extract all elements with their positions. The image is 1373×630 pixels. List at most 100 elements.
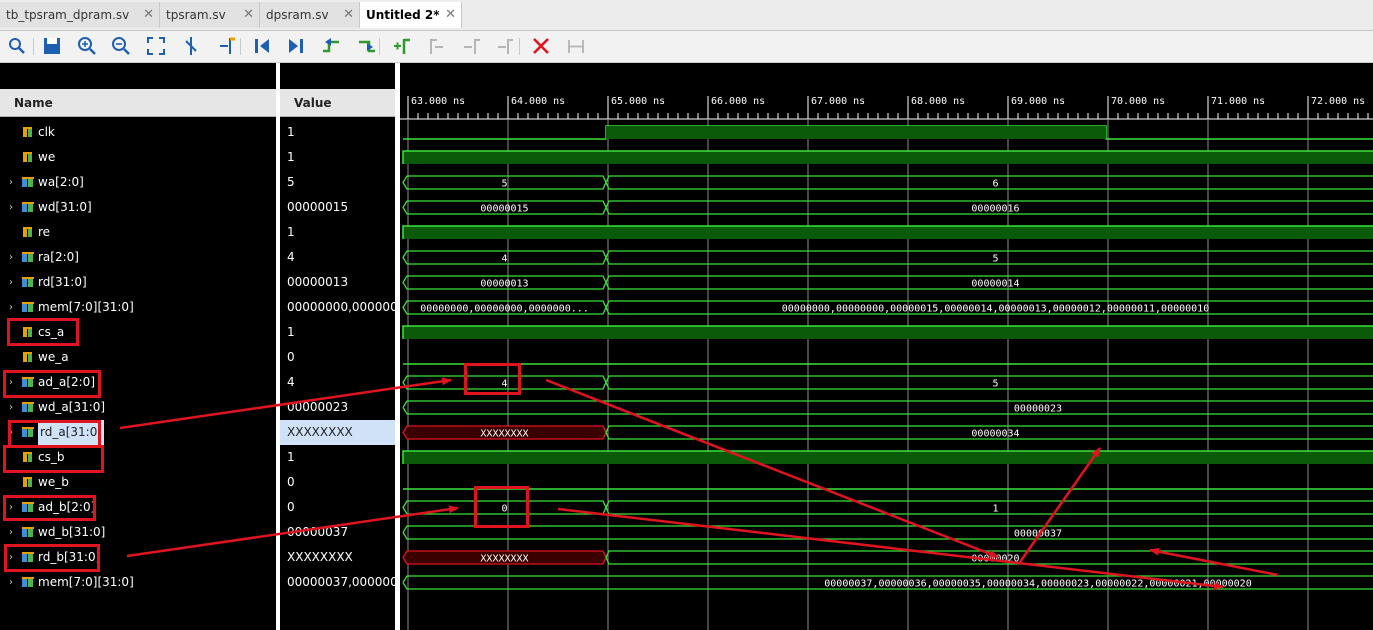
goto-cursor-icon[interactable] (216, 35, 238, 57)
close-icon[interactable]: ✕ (445, 2, 456, 28)
floating-ruler-icon[interactable] (565, 35, 587, 57)
annotation-highlight-box (3, 495, 96, 521)
name-column-header[interactable]: Name (0, 89, 276, 117)
signal-value-row[interactable]: 4 (280, 370, 395, 395)
signal-value-row[interactable]: 00000023 (280, 395, 395, 420)
zoom-fit-icon[interactable] (145, 35, 167, 57)
signal-row[interactable]: › ra[2:0] (0, 245, 276, 270)
signal-icon (23, 352, 32, 362)
signal-row[interactable]: › wd_a[31:0] (0, 395, 276, 420)
goto-cursor-icon-glyph (220, 37, 235, 54)
signal-value-row[interactable]: 0 (280, 345, 395, 370)
waveform-trace[interactable]: XXXXXXXX 00000034 (402, 425, 1373, 440)
waveform-trace[interactable] (402, 150, 1373, 164)
signal-row[interactable]: › wa[2:0] (0, 170, 276, 195)
waveform-trace[interactable] (402, 225, 1373, 239)
glyph-part (23, 352, 32, 354)
signal-value-row[interactable]: XXXXXXXX (280, 420, 395, 445)
signal-value: 0 (287, 500, 295, 514)
signal-value-row[interactable]: 0 (280, 495, 395, 520)
signal-row[interactable]: › rd[31:0] (0, 270, 276, 295)
close-icon[interactable]: ✕ (143, 2, 154, 28)
signal-value-row[interactable]: 1 (280, 445, 395, 470)
signal-value-row[interactable]: 4 (280, 245, 395, 270)
glyph-part (22, 527, 34, 529)
zoom-out-icon[interactable] (110, 35, 132, 57)
next-marker-icon[interactable] (460, 35, 482, 57)
signal-value-row[interactable]: 1 (280, 145, 395, 170)
signal-value-row[interactable]: 00000037,0000003 (280, 570, 395, 595)
signal-row[interactable]: › mem[7:0][31:0] (0, 295, 276, 320)
expand-chevron-icon[interactable]: › (9, 295, 17, 320)
editor-tab[interactable]: tpsram.sv ✕ (160, 2, 260, 28)
snap-cursor-icon[interactable] (180, 35, 202, 57)
add-marker-icon[interactable] (391, 35, 413, 57)
waveform-trace[interactable]: XXXXXXXX 00000020 (402, 550, 1373, 565)
waveform-trace[interactable]: 00000013 00000014 (402, 275, 1373, 290)
waveform-trace[interactable]: 45 (402, 250, 1373, 265)
close-icon[interactable]: ✕ (343, 2, 354, 28)
previous-marker-icon[interactable] (425, 35, 447, 57)
signal-value-row[interactable]: 0 (280, 470, 395, 495)
waveform-trace[interactable]: 00000037 (402, 525, 1373, 540)
signal-row[interactable]: we_b (0, 470, 276, 495)
waveform-trace[interactable] (402, 450, 1373, 464)
expand-chevron-icon[interactable]: › (9, 570, 17, 595)
signal-row[interactable]: › wd[31:0] (0, 195, 276, 220)
signal-value-row[interactable]: 00000000,00000000 (280, 295, 395, 320)
waveform-trace[interactable]: 00000015 00000016 (402, 200, 1373, 215)
expand-chevron-icon[interactable]: › (9, 170, 17, 195)
goto-end-icon[interactable] (285, 35, 307, 57)
editor-tab[interactable]: Untitled 2* ✕ (360, 2, 462, 28)
swap-cursors-icon[interactable] (494, 35, 516, 57)
signal-value: 4 (287, 375, 295, 389)
expand-chevron-icon[interactable]: › (9, 395, 17, 420)
save-icon[interactable] (41, 35, 63, 57)
waveform-trace[interactable]: 56 (402, 175, 1373, 190)
signal-value-row[interactable]: 1 (280, 320, 395, 345)
close-icon[interactable]: ✕ (243, 2, 254, 28)
delete-marker-icon[interactable] (530, 35, 552, 57)
signal-row[interactable]: we (0, 145, 276, 170)
signal-row[interactable]: › wd_b[31:0] (0, 520, 276, 545)
waveform-trace[interactable]: 00000000,00000000,0000000... 00000000,000… (402, 300, 1373, 315)
glyph-part (260, 39, 269, 53)
glyph-part (23, 154, 27, 162)
expand-chevron-icon[interactable]: › (9, 245, 17, 270)
search-icon[interactable] (6, 35, 28, 57)
signal-row[interactable]: we_a (0, 345, 276, 370)
waveform-trace[interactable]: 45 (402, 375, 1373, 390)
glyph-part (22, 277, 34, 279)
signal-value-row[interactable]: 1 (280, 120, 395, 145)
signal-value-row[interactable]: XXXXXXXX (280, 545, 395, 570)
glyph-part (430, 39, 443, 54)
glyph-part (23, 152, 32, 154)
waveform-canvas[interactable]: 5 6 00000015 00000016 4 5 00000013 00000014 0000… (400, 63, 1373, 630)
signal-value-row[interactable]: 00000037 (280, 520, 395, 545)
signal-row[interactable]: re (0, 220, 276, 245)
signal-value-row[interactable]: 00000013 (280, 270, 395, 295)
editor-tab[interactable]: dpsram.sv ✕ (260, 2, 360, 28)
zoom-in-icon[interactable] (76, 35, 98, 57)
waveform-trace[interactable]: 00000037,00000036,00000035,00000034,0000… (402, 575, 1373, 590)
next-transition-icon[interactable] (356, 35, 378, 57)
bus-value-after: 00000034 (971, 429, 1019, 440)
expand-chevron-icon[interactable]: › (9, 270, 17, 295)
waveform-trace[interactable]: 01 (402, 500, 1373, 515)
expand-chevron-icon[interactable]: › (9, 520, 17, 545)
value-column-header[interactable]: Value (280, 89, 395, 117)
waveform-trace[interactable]: 00000023 (402, 400, 1373, 415)
previous-transition-icon[interactable] (320, 35, 342, 57)
high-fill (403, 151, 1373, 164)
waveform-trace[interactable] (403, 125, 1373, 140)
waveform-panel[interactable]: 63.000 ns 64.000 ns 65.000 ns 66.000 ns 67.0… (400, 63, 1373, 630)
signal-value-row[interactable]: 00000015 (280, 195, 395, 220)
goto-start-icon[interactable] (251, 35, 273, 57)
waveform-trace[interactable] (402, 325, 1373, 339)
signal-value-row[interactable]: 5 (280, 170, 395, 195)
signal-value-row[interactable]: 1 (280, 220, 395, 245)
signal-row[interactable]: › mem[7:0][31:0] (0, 570, 276, 595)
expand-chevron-icon[interactable]: › (9, 195, 17, 220)
signal-row[interactable]: clk (0, 120, 276, 145)
editor-tab[interactable]: tb_tpsram_dpram.sv ✕ (0, 2, 160, 28)
